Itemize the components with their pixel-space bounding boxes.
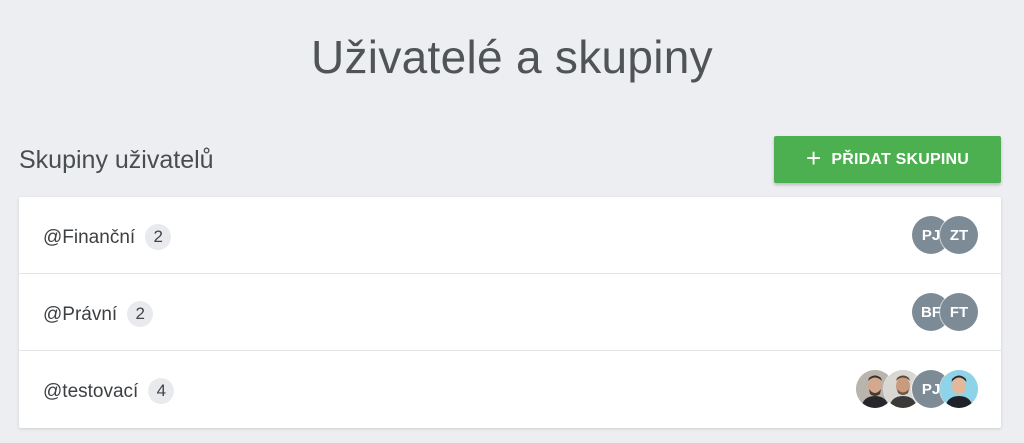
group-name: @Finanční 2 [43,224,172,250]
member-count-badge: 2 [127,301,154,327]
member-avatars: FT BF [912,293,978,331]
group-name-label: @Finanční [43,227,136,248]
section-title: Skupiny uživatelů [19,146,214,174]
group-name-label: @testovací [43,381,139,402]
group-list: @Finanční 2 ZT PJ @Právní 2 FT BF @testova… [19,197,1001,428]
add-group-button-label: PŘIDAT SKUPINU [831,150,969,168]
page: Uživatelé a skupiny Skupiny uživatelů + … [0,0,1024,443]
add-group-button[interactable]: + PŘIDAT SKUPINU [774,136,1001,183]
avatar[interactable]: FT [940,293,978,331]
group-row[interactable]: @Právní 2 FT BF [19,274,1001,351]
member-avatars: ZT PJ [912,216,978,254]
avatar[interactable]: ZT [940,216,978,254]
group-row[interactable]: @testovací 4 PJ [19,351,1001,428]
member-avatars: PJ [856,370,978,408]
avatar-photo[interactable] [940,370,978,408]
section-header: Skupiny uživatelů + PŘIDAT SKUPINU [19,136,1001,184]
group-name: @Právní 2 [43,301,154,327]
person-photo-icon [940,370,978,408]
plus-icon: + [805,143,822,173]
member-count-badge: 4 [148,378,175,404]
group-name: @testovací 4 [43,378,175,404]
page-title: Uživatelé a skupiny [310,31,713,83]
member-count-badge: 2 [145,224,172,250]
group-name-label: @Právní [43,304,118,325]
group-row[interactable]: @Finanční 2 ZT PJ [19,197,1001,274]
